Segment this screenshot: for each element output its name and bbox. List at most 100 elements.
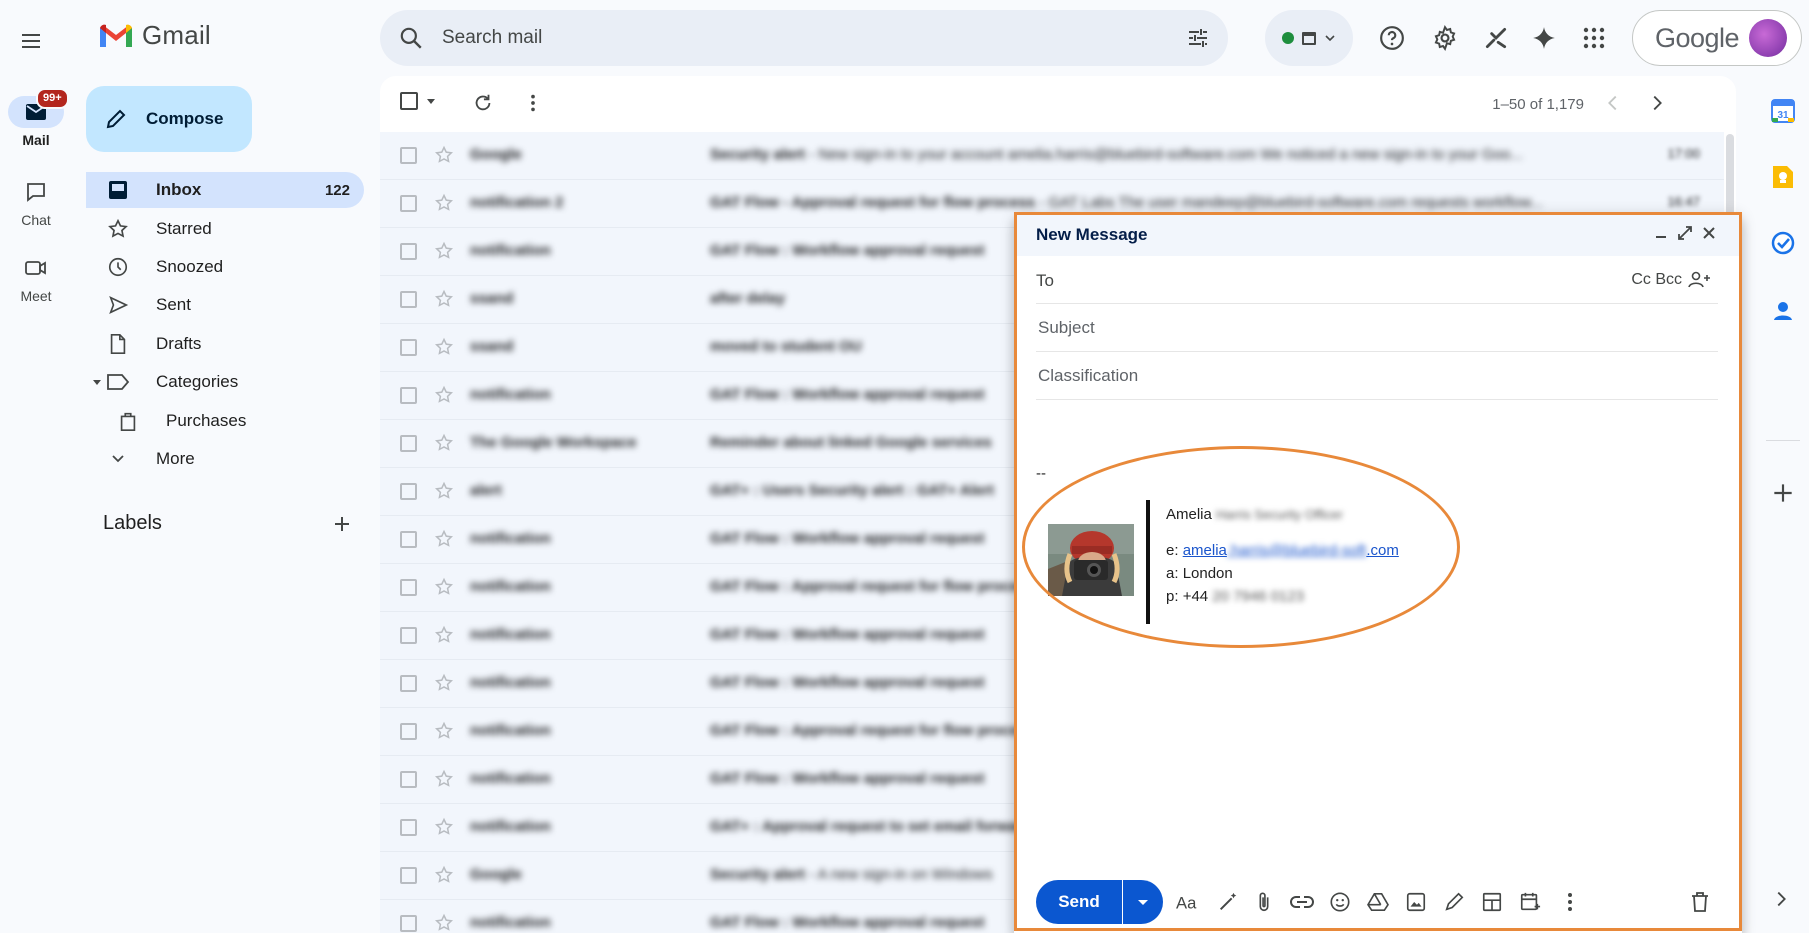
star-icon[interactable] [434, 193, 454, 213]
row-checkbox[interactable] [400, 627, 417, 644]
row-checkbox[interactable] [400, 387, 417, 404]
insert-emoji-button[interactable] [1328, 890, 1352, 914]
more-vert-icon[interactable] [522, 92, 544, 114]
row-checkbox[interactable] [400, 291, 417, 308]
extensions-button[interactable] [1478, 20, 1514, 56]
apps-button[interactable] [1576, 20, 1612, 56]
insert-link-button[interactable] [1290, 890, 1314, 914]
send-options-button[interactable] [1123, 880, 1163, 924]
row-checkbox[interactable] [400, 339, 417, 356]
insert-signature-button[interactable] [1442, 890, 1466, 914]
search-options-icon[interactable] [1186, 26, 1210, 50]
star-icon[interactable] [434, 673, 454, 693]
gemini-button[interactable] [1526, 20, 1562, 56]
nav-item-inbox[interactable]: Inbox 122 [86, 172, 364, 208]
send-button[interactable]: Send [1036, 880, 1122, 924]
to-field[interactable]: To Cc Bcc [1036, 256, 1718, 304]
select-all-checkbox[interactable] [400, 92, 436, 110]
star-icon[interactable] [434, 865, 454, 885]
row-checkbox[interactable] [400, 579, 417, 596]
row-checkbox[interactable] [400, 771, 417, 788]
nav-item-more[interactable]: More [86, 441, 364, 477]
caret-down-icon[interactable] [92, 377, 102, 387]
signature-email-link[interactable]: amelia.harris@bluebird-soft.com [1183, 542, 1399, 559]
compose-header[interactable]: New Message [1014, 212, 1742, 256]
main-menu-button[interactable] [14, 24, 48, 58]
expand-panel-icon[interactable] [1770, 888, 1792, 910]
subject-field[interactable] [1036, 304, 1718, 352]
add-recipients-icon[interactable] [1688, 270, 1712, 290]
row-checkbox[interactable] [400, 819, 417, 836]
formatting-options-button[interactable]: Aa [1176, 890, 1200, 914]
rail-item-mail[interactable]: 99+ Mail [0, 88, 72, 148]
star-icon[interactable] [434, 241, 454, 261]
classification-field[interactable] [1036, 352, 1718, 400]
schedule-event-button[interactable] [1518, 890, 1542, 914]
nav-item-starred[interactable]: Starred [86, 211, 364, 247]
star-icon[interactable] [434, 385, 454, 405]
signature-email-redacted[interactable]: .harris@bluebird-soft [1227, 542, 1366, 559]
search-bar[interactable] [380, 10, 1228, 66]
attach-files-button[interactable] [1252, 890, 1276, 914]
signature-email-user[interactable]: amelia [1183, 542, 1227, 559]
star-icon[interactable] [434, 721, 454, 741]
refresh-icon[interactable] [472, 92, 494, 114]
star-icon[interactable] [434, 577, 454, 597]
calendar-app-icon[interactable]: 31 [1770, 98, 1796, 124]
star-icon[interactable] [434, 529, 454, 549]
row-checkbox[interactable] [400, 483, 417, 500]
to-input[interactable] [1076, 264, 1596, 296]
table-row[interactable]: Google Security alert - New sign-in to yo… [380, 132, 1736, 180]
nav-item-purchases[interactable]: Purchases [96, 403, 364, 439]
chevron-left-icon[interactable] [1602, 92, 1624, 114]
star-icon[interactable] [434, 817, 454, 837]
row-checkbox[interactable] [400, 195, 417, 212]
row-checkbox[interactable] [400, 723, 417, 740]
fullscreen-icon[interactable] [1676, 224, 1694, 242]
compose-button[interactable]: Compose [86, 86, 252, 152]
help-button[interactable] [1374, 20, 1410, 56]
cc-bcc-toggle[interactable]: Cc Bcc [1631, 270, 1712, 290]
row-checkbox[interactable] [400, 243, 417, 260]
row-checkbox[interactable] [400, 867, 417, 884]
subject-input[interactable] [1036, 312, 1718, 344]
rail-item-chat[interactable]: Chat [0, 176, 72, 228]
nav-item-sent[interactable]: Sent [86, 287, 364, 323]
more-options-button[interactable] [1558, 890, 1582, 914]
star-icon[interactable] [434, 289, 454, 309]
settings-button[interactable] [1427, 20, 1463, 56]
star-icon[interactable] [434, 769, 454, 789]
close-icon[interactable] [1700, 224, 1718, 242]
row-checkbox[interactable] [400, 147, 417, 164]
minimize-icon[interactable] [1652, 224, 1670, 242]
tasks-app-icon[interactable] [1770, 230, 1796, 256]
star-icon[interactable] [434, 337, 454, 357]
row-checkbox[interactable] [400, 531, 417, 548]
account-button[interactable]: Google [1632, 10, 1802, 66]
cc-bcc-label[interactable]: Cc Bcc [1631, 271, 1682, 289]
insert-photo-button[interactable] [1404, 890, 1428, 914]
nav-item-snoozed[interactable]: Snoozed [86, 249, 364, 285]
row-checkbox[interactable] [400, 675, 417, 692]
row-checkbox[interactable] [400, 435, 417, 452]
contacts-app-icon[interactable] [1770, 298, 1796, 324]
keep-app-icon[interactable] [1770, 164, 1796, 190]
classification-input[interactable] [1036, 360, 1718, 392]
nav-item-categories[interactable]: Categories [86, 364, 364, 400]
star-icon[interactable] [434, 433, 454, 453]
gmail-logo[interactable]: Gmail [98, 20, 211, 51]
rail-item-meet[interactable]: Meet [0, 252, 72, 304]
chevron-right-icon[interactable] [1646, 92, 1668, 114]
star-icon[interactable] [434, 913, 454, 933]
row-checkbox[interactable] [400, 915, 417, 932]
add-addon-icon[interactable] [1770, 480, 1796, 506]
star-icon[interactable] [434, 625, 454, 645]
signature-email-tld[interactable]: .com [1366, 542, 1399, 559]
search-input[interactable] [440, 26, 1140, 50]
help-me-write-button[interactable] [1216, 890, 1240, 914]
search-icon[interactable] [398, 25, 424, 51]
status-button[interactable] [1265, 10, 1353, 66]
nav-item-drafts[interactable]: Drafts [86, 326, 364, 362]
discard-draft-button[interactable] [1688, 890, 1712, 914]
star-icon[interactable] [434, 145, 454, 165]
